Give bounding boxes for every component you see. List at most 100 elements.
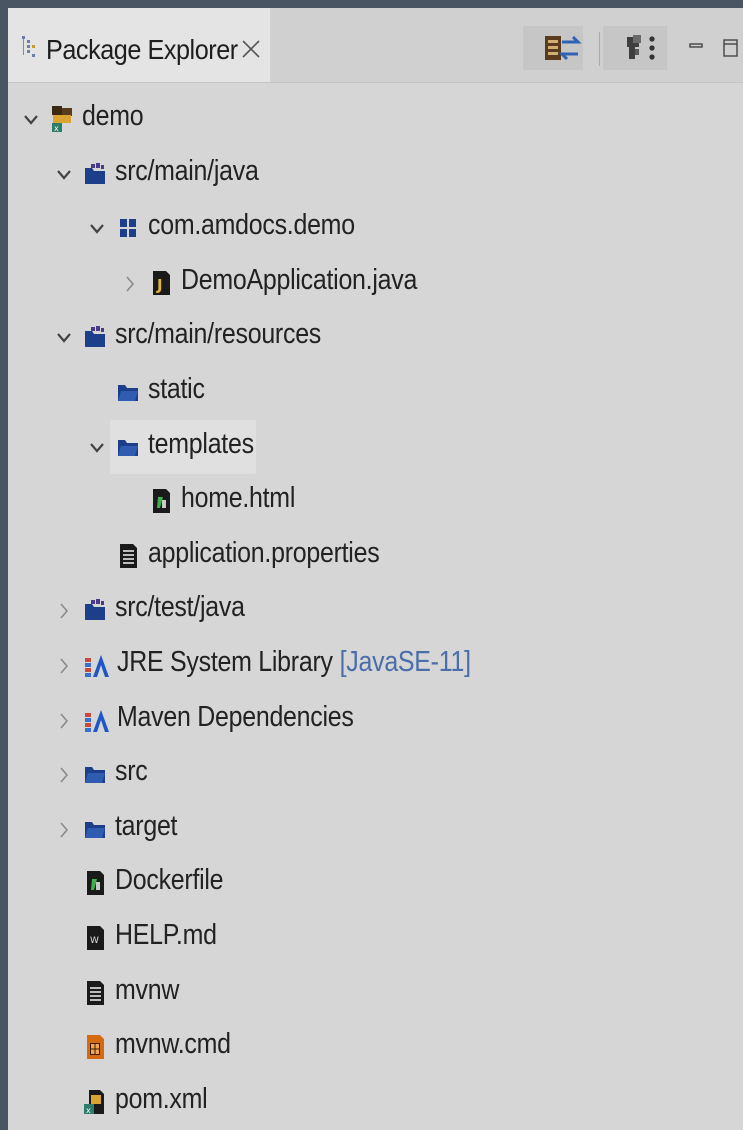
text-file-icon <box>116 541 140 571</box>
html-file-icon <box>149 486 173 516</box>
java-file-icon: J <box>149 268 173 298</box>
close-icon[interactable] <box>240 38 262 60</box>
chevron-right-icon[interactable] <box>121 273 139 295</box>
chevron-down-icon[interactable] <box>88 218 106 240</box>
view-menu-button[interactable] <box>637 26 667 70</box>
tree-item-label: pom.xml <box>115 1083 208 1116</box>
toolbar-separator <box>599 32 600 66</box>
tree-item[interactable]: Maven Dependencies <box>8 697 743 747</box>
tree-item-label: demo <box>82 100 144 133</box>
minimize-icon <box>689 43 703 48</box>
tree-item-text: application.properties <box>148 537 380 569</box>
view-toolbar <box>523 26 743 70</box>
markdown-file-icon: W <box>83 923 107 953</box>
svg-text:J: J <box>156 276 163 294</box>
package-explorer-view: Package Explorer x demo src/main/java co… <box>8 8 743 1130</box>
tree-item-label: static <box>148 373 205 406</box>
folder-icon <box>116 377 140 407</box>
tree-item-label: Dockerfile <box>115 864 224 897</box>
tree-item[interactable]: application.properties <box>8 533 743 583</box>
source-folder-icon <box>83 595 107 625</box>
folder-icon <box>83 759 107 789</box>
tree-item[interactable]: src/test/java <box>8 587 743 637</box>
tree-item-label: templates <box>148 428 254 461</box>
chevron-right-icon[interactable] <box>55 710 73 732</box>
tree-item[interactable]: static <box>8 369 743 419</box>
library-icon <box>83 705 109 735</box>
tree-item-label: src/main/resources <box>115 318 321 351</box>
tree-item-decoration: [JavaSE-11] <box>339 646 471 678</box>
tree-item-text: Maven Dependencies <box>117 701 354 733</box>
tab-title: Package Explorer <box>46 34 238 65</box>
tree-item-label: application.properties <box>148 537 380 570</box>
maximize-icon <box>723 39 738 57</box>
minimize-button[interactable] <box>681 26 711 70</box>
chevron-down-icon[interactable] <box>22 109 40 131</box>
tree-item-text: pom.xml <box>115 1083 208 1115</box>
tree-item-text: src <box>115 755 148 787</box>
tree-item[interactable]: mvnw <box>8 970 743 1020</box>
svg-text:x: x <box>86 1106 91 1115</box>
tree-item[interactable]: J DemoApplication.java <box>8 260 743 310</box>
tree-item-text: templates <box>148 428 254 460</box>
chevron-right-icon[interactable] <box>55 655 73 677</box>
tree-item-text: DemoApplication.java <box>181 264 418 296</box>
project-icon: x <box>50 104 74 134</box>
link-with-editor-button[interactable] <box>553 26 587 70</box>
package-explorer-tab[interactable]: Package Explorer <box>8 8 270 82</box>
package-icon <box>116 213 140 243</box>
chevron-right-icon[interactable] <box>55 764 73 786</box>
tree-item-text: JRE System Library <box>117 646 333 678</box>
tree-item-label: target <box>115 810 177 843</box>
tree-item-label: mvnw.cmd <box>115 1028 231 1061</box>
tree-item[interactable]: x demo <box>8 96 743 146</box>
xml-file-icon: x <box>83 1087 107 1117</box>
package-explorer-icon <box>22 36 35 57</box>
tree-item-label: home.html <box>181 482 295 515</box>
tree-item-text: mvnw.cmd <box>115 1028 231 1060</box>
tree-item-label: src/test/java <box>115 591 245 624</box>
tree-item-text: com.amdocs.demo <box>148 209 355 241</box>
tree-item[interactable]: src/main/java <box>8 151 743 201</box>
tree-item-label: src <box>115 755 148 788</box>
tree-item-text: mvnw <box>115 974 180 1006</box>
tree-item[interactable]: home.html <box>8 478 743 528</box>
chevron-down-icon[interactable] <box>55 164 73 186</box>
tree-item-label: HELP.md <box>115 919 217 952</box>
tree-item-label: Maven Dependencies <box>117 701 354 734</box>
source-folder-icon <box>83 322 107 352</box>
folder-icon <box>83 814 107 844</box>
folder-icon <box>116 432 140 462</box>
tree-item-label: mvnw <box>115 974 179 1007</box>
chevron-right-icon[interactable] <box>55 600 73 622</box>
tree-item[interactable]: src/main/resources <box>8 314 743 364</box>
tree-item-text: static <box>148 373 205 405</box>
tree-item-text: Dockerfile <box>115 864 224 896</box>
tree-item[interactable]: W HELP.md <box>8 915 743 965</box>
tree-item[interactable]: target <box>8 806 743 856</box>
chevron-down-icon[interactable] <box>55 327 73 349</box>
tree-item[interactable]: JRE System Library [JavaSE-11] <box>8 642 743 692</box>
view-tab-bar: Package Explorer <box>8 8 743 83</box>
link-with-editor-icon <box>558 35 582 61</box>
tree-item-label: src/main/java <box>115 155 259 188</box>
chevron-right-icon[interactable] <box>55 819 73 841</box>
tree-item[interactable]: Dockerfile <box>8 860 743 910</box>
chevron-down-icon[interactable] <box>88 437 106 459</box>
tree-item-text: src/test/java <box>115 591 245 623</box>
tree-item[interactable]: mvnw.cmd <box>8 1024 743 1074</box>
tree-item[interactable]: com.amdocs.demo <box>8 205 743 255</box>
cmd-file-icon <box>83 1032 107 1062</box>
library-icon <box>83 650 109 680</box>
tree-item[interactable]: src <box>8 751 743 801</box>
tree-item[interactable]: templates <box>8 420 743 474</box>
source-folder-icon <box>83 159 107 189</box>
maximize-button[interactable] <box>717 26 743 70</box>
tree-item-text: src/main/resources <box>115 318 322 350</box>
tree-item-label: com.amdocs.demo <box>148 209 355 242</box>
tree-item-text: target <box>115 810 178 842</box>
tree-item[interactable]: x pom.xml <box>8 1079 743 1129</box>
tree-item-label: JRE System Library [JavaSE-11] <box>117 646 471 679</box>
text-file-icon <box>83 978 107 1008</box>
view-menu-icon <box>649 36 655 60</box>
